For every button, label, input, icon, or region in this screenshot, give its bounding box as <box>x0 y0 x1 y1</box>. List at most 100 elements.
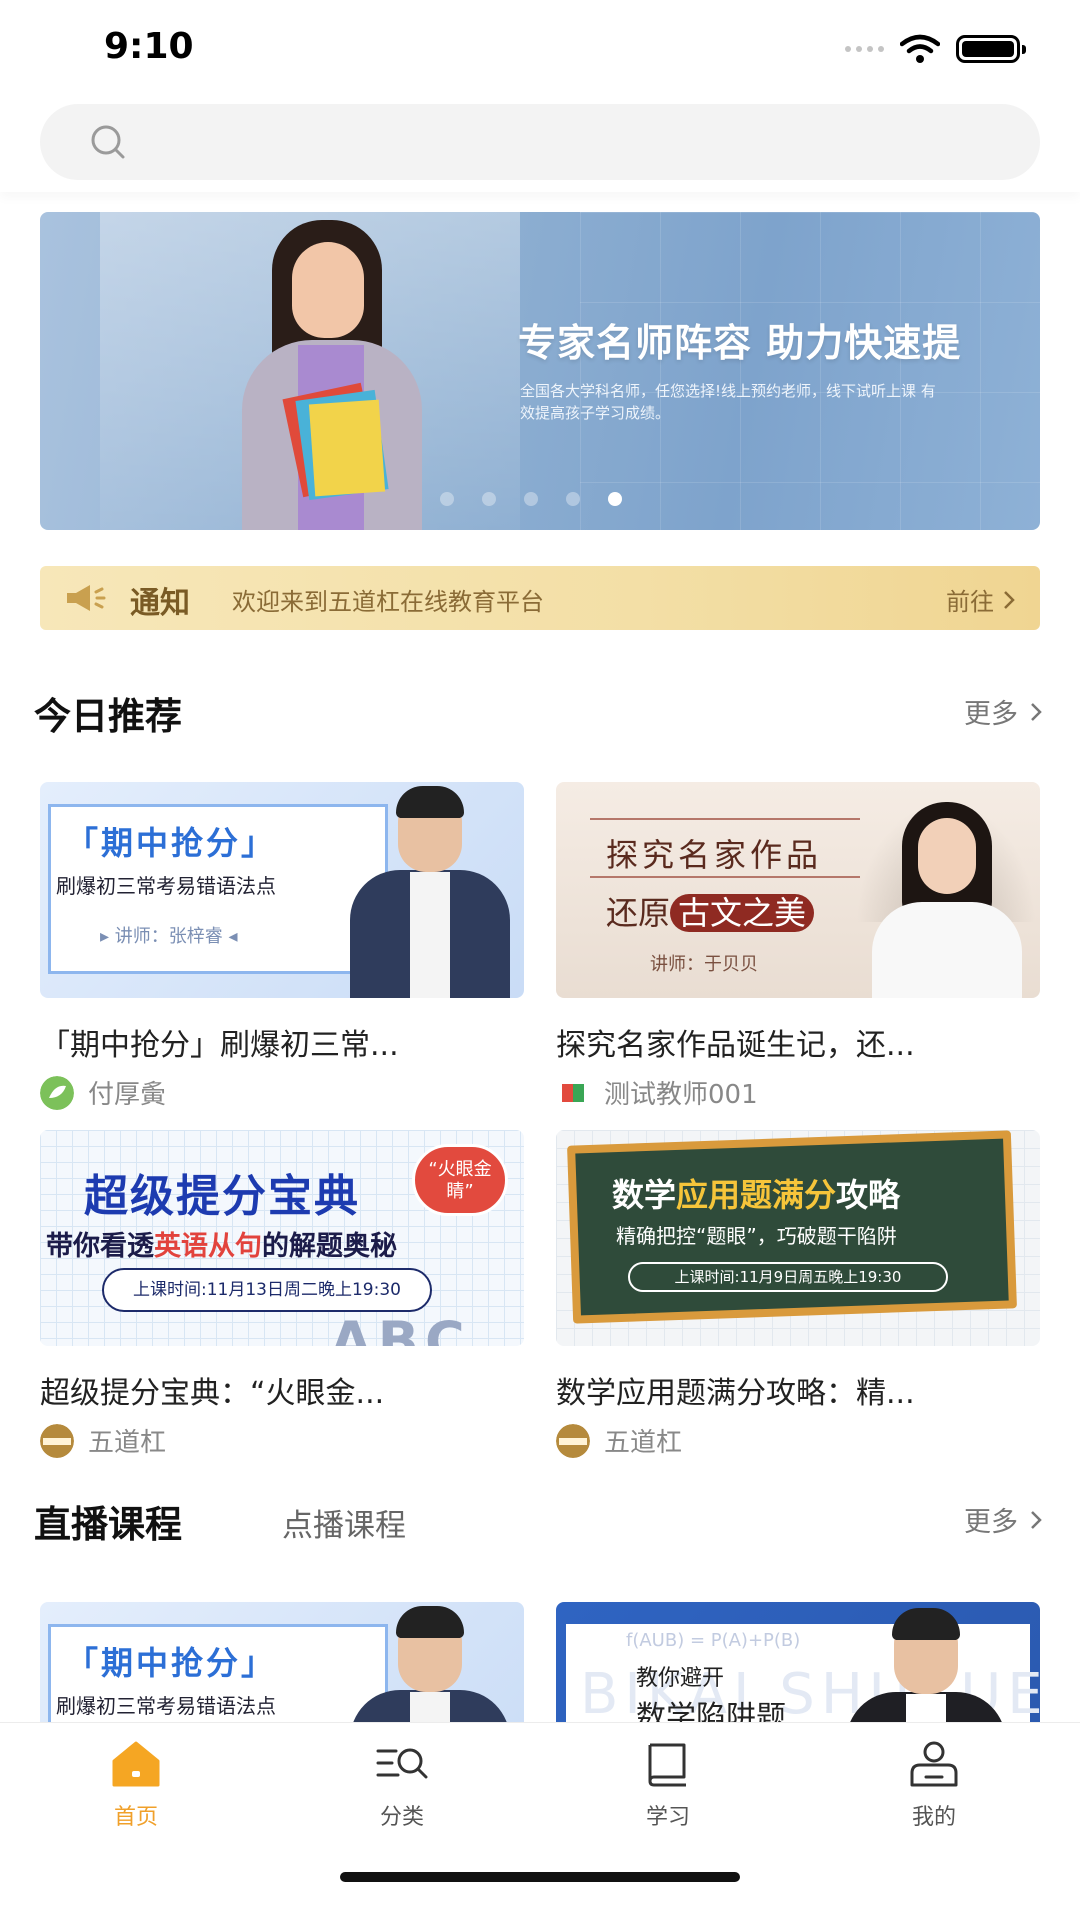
home-indicator[interactable] <box>340 1872 740 1882</box>
course-author: 五道杠 <box>556 1422 1040 1459</box>
tab-vod-courses[interactable]: 点播课程 <box>282 1500 406 1545</box>
thumb-subline: 还原 古文之美 <box>606 888 815 934</box>
live-more-link[interactable]: 更多 <box>964 1500 1044 1539</box>
thumb-schedule: 上课时间:11月9日周五晚上19:30 <box>628 1262 948 1292</box>
thumb-decoration: ABC <box>330 1310 471 1346</box>
course-card[interactable]: 超级提分宝典 “火眼金睛” 带你看透英语从句的解题奥秘 上课时间:11月13日周… <box>40 1130 524 1459</box>
bottom-tab-bar: 首页 分类 学习 我的 <box>0 1722 1080 1920</box>
author-avatar <box>560 1081 586 1104</box>
author-avatar <box>40 1423 74 1458</box>
thumb-formula: f(AUB) = P(A)+P(B) <box>626 1630 801 1651</box>
thumb-subline: 带你看透英语从句的解题奥秘 <box>46 1231 397 1262</box>
search-icon <box>91 125 125 159</box>
profile-icon <box>910 1741 958 1787</box>
status-time: 9:10 <box>104 26 194 67</box>
search-input[interactable] <box>150 104 1010 180</box>
thumb-lecturer: ▸ 讲师：张梓睿 ◂ <box>100 926 238 947</box>
tab-label: 首页 <box>113 1805 158 1830</box>
banner-teacher-image <box>232 220 452 530</box>
notice-go-link[interactable]: 前往 <box>946 582 1016 617</box>
banner-subtitle: 全国各大学科名师，任您选择!线上预约老师，线下试听上课 有效提高孩子学习成绩。 <box>520 382 936 422</box>
banner-dot[interactable] <box>524 492 538 506</box>
course-title[interactable]: 数学应用题满分攻略：精... <box>556 1368 1040 1412</box>
battery-icon <box>956 35 1026 63</box>
lecturer-photo <box>846 1608 1006 1722</box>
author-name: 付厚夤 <box>88 1080 167 1110</box>
course-title[interactable]: 超级提分宝典：“火眼金... <box>40 1368 524 1412</box>
tab-profile[interactable]: 我的 <box>854 1739 1014 1831</box>
course-thumbnail[interactable]: 「期中抢分」 刷爆初三常考易错语法点 ▸ 讲师：张梓睿 ◂ <box>40 782 524 998</box>
category-search-icon <box>376 1748 428 1779</box>
tab-label: 分类 <box>379 1805 424 1830</box>
wifi-icon <box>900 34 940 63</box>
live-course-card[interactable]: f(AUB) = P(A)+P(B) BIKAI SHUXUE 教你避开 数学陷… <box>556 1602 1040 1722</box>
thumb-subline: 精确把控“题眼”，巧破题干陷阱 <box>616 1224 897 1248</box>
lecturer-photo <box>872 802 1032 998</box>
thumb-headline: 「期中抢分」 <box>66 824 277 862</box>
thumb-subline: 数学陷阱题 <box>636 1700 786 1722</box>
author-name: 测试教师001 <box>604 1080 758 1110</box>
notice-label: 通知 <box>130 586 190 621</box>
search-box[interactable] <box>40 104 1040 180</box>
tab-label: 学习 <box>645 1805 690 1830</box>
course-card[interactable]: 「期中抢分」 刷爆初三常考易错语法点 ▸ 讲师：张梓睿 ◂ 「期中抢分」刷爆初三… <box>40 782 524 1111</box>
banner-dot-active[interactable] <box>608 492 622 506</box>
thumb-headline: 数学应用题满分攻略 <box>612 1176 901 1214</box>
tab-live-courses[interactable]: 直播课程 <box>34 1494 182 1548</box>
course-title[interactable]: 探究名家作品诞生记，还... <box>556 1020 1040 1064</box>
banner-dot[interactable] <box>482 492 496 506</box>
thumb-headline: 教你避开 <box>636 1666 725 1691</box>
author-avatar <box>40 1075 74 1110</box>
course-author: 付厚夤 <box>40 1074 524 1111</box>
recommend-section-title: 今日推荐 <box>34 695 182 738</box>
thumb-lecturer: 讲师：于贝贝 <box>650 954 758 975</box>
more-label: 更多 <box>964 699 1018 730</box>
course-thumbnail[interactable]: 超级提分宝典 “火眼金睛” 带你看透英语从句的解题奥秘 上课时间:11月13日周… <box>40 1130 524 1346</box>
banner-dot[interactable] <box>566 492 580 506</box>
course-card[interactable]: 数学应用题满分攻略 精确把控“题眼”，巧破题干陷阱 上课时间:11月9日周五晚上… <box>556 1130 1040 1459</box>
tab-study[interactable]: 学习 <box>588 1739 748 1831</box>
chevron-right-icon <box>1031 702 1042 721</box>
tab-category[interactable]: 分类 <box>322 1739 482 1831</box>
author-name: 五道杠 <box>604 1428 683 1458</box>
status-bar: 9:10 <box>0 0 1080 96</box>
banner-title: 专家名师阵容 助力快速提 <box>518 321 962 365</box>
more-label: 更多 <box>964 1507 1018 1538</box>
course-thumbnail[interactable]: f(AUB) = P(A)+P(B) BIKAI SHUXUE 教你避开 数学陷… <box>556 1602 1040 1722</box>
banner-pagination <box>440 492 622 506</box>
thumb-schedule: 上课时间:11月13日周二晚上19:30 <box>102 1268 432 1312</box>
course-author: 测试教师001 <box>556 1074 1040 1111</box>
course-thumbnail[interactable]: 数学应用题满分攻略 精确把控“题眼”，巧破题干陷阱 上课时间:11月9日周五晚上… <box>556 1130 1040 1346</box>
recommend-more-link[interactable]: 更多 <box>964 692 1044 731</box>
lecturer-photo <box>350 786 510 998</box>
live-course-card[interactable]: 「期中抢分」 刷爆初三常考易错语法点 <box>40 1602 524 1722</box>
thumb-bubble: “火眼金睛” <box>412 1144 508 1216</box>
author-avatar <box>556 1423 590 1458</box>
home-icon <box>112 1741 160 1787</box>
chevron-right-icon <box>1031 1510 1042 1529</box>
cellular-signal-icon <box>845 46 884 52</box>
author-name: 五道杠 <box>88 1428 167 1458</box>
notice-text: 欢迎来到五道杠在线教育平台 <box>232 588 544 616</box>
tab-label: 我的 <box>911 1805 956 1830</box>
status-icons <box>845 34 1026 64</box>
promo-banner[interactable]: 专家名师阵容 助力快速提 全国各大学科名师，任您选择!线上预约老师，线下试听上课… <box>40 212 1040 530</box>
book-icon <box>648 1743 686 1787</box>
thumb-subline: 刷爆初三常考易错语法点 <box>56 1694 276 1718</box>
banner-dot[interactable] <box>440 492 454 506</box>
thumb-subline: 刷爆初三常考易错语法点 <box>56 874 276 898</box>
course-card[interactable]: 探究名家作品 还原 古文之美 讲师：于贝贝 探究名家作品诞生记，还... 测试教师… <box>556 782 1040 1111</box>
course-author: 五道杠 <box>40 1422 524 1459</box>
thumb-headline: 超级提分宝典 <box>84 1171 360 1222</box>
course-thumbnail[interactable]: 探究名家作品 还原 古文之美 讲师：于贝贝 <box>556 782 1040 998</box>
course-thumbnail[interactable]: 「期中抢分」 刷爆初三常考易错语法点 <box>40 1602 524 1722</box>
course-title[interactable]: 「期中抢分」刷爆初三常... <box>40 1020 524 1064</box>
search-bar-container <box>0 96 1080 192</box>
notice-bar[interactable]: 通知 欢迎来到五道杠在线教育平台 前往 <box>40 566 1040 630</box>
megaphone-icon <box>67 585 106 611</box>
thumb-headline: 探究名家作品 <box>606 836 823 874</box>
tab-home[interactable]: 首页 <box>56 1739 216 1831</box>
chevron-right-icon <box>1004 590 1015 609</box>
notice-go-label: 前往 <box>946 588 994 616</box>
thumb-headline: 「期中抢分」 <box>66 1644 277 1682</box>
